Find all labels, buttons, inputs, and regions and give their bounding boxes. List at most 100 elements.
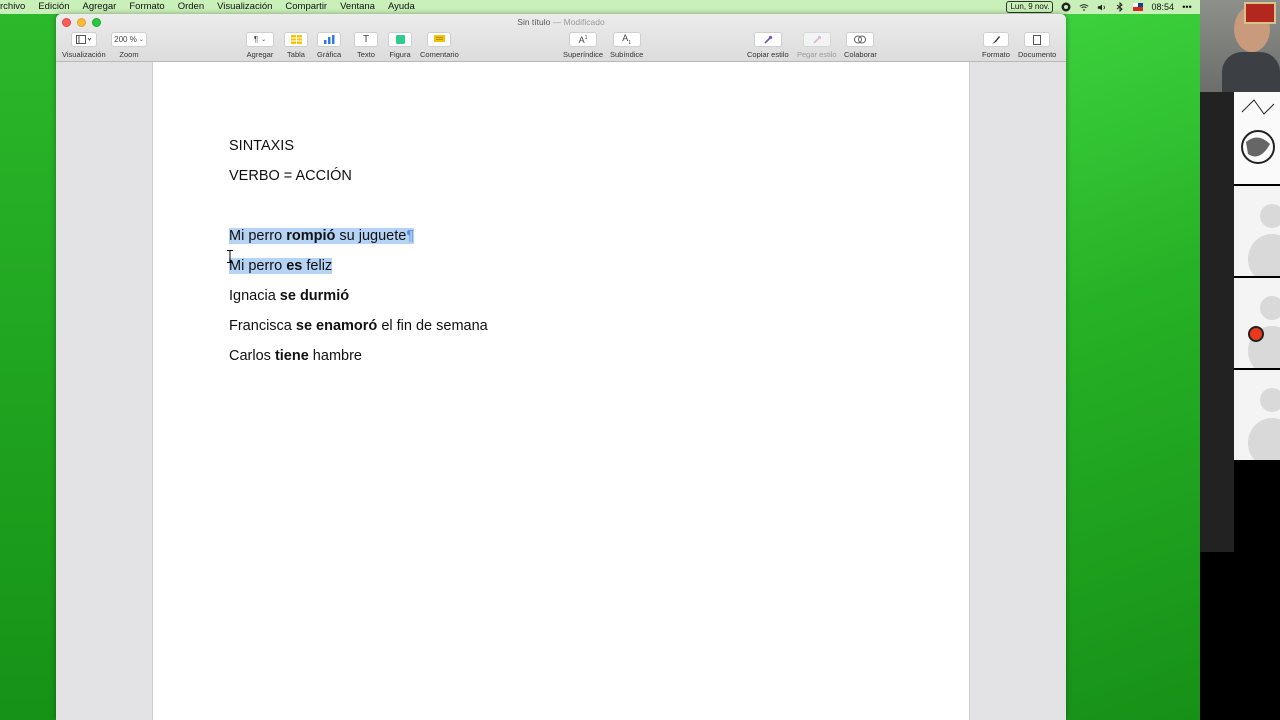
subscript-icon: A1: [622, 33, 632, 46]
clock[interactable]: 08:54: [1151, 2, 1174, 12]
zoom-control[interactable]: 200 % ⌄ Zoom: [111, 32, 147, 59]
table-icon: [290, 35, 302, 44]
menu-edicion[interactable]: Edición: [38, 0, 69, 14]
recording-badge-icon: [1248, 326, 1264, 342]
desktop-background-right: [1066, 14, 1200, 720]
text-box-icon: T: [362, 34, 370, 45]
chevron-down-icon: ⌄: [138, 37, 144, 43]
doc-heading-verbo[interactable]: VERBO = ACCIÓN: [229, 166, 352, 186]
format-control[interactable]: Formato: [982, 32, 1010, 59]
menu-ventana[interactable]: Ventana: [340, 0, 375, 14]
presenter-video: [1200, 0, 1280, 92]
wifi-icon[interactable]: [1079, 3, 1089, 12]
text-button[interactable]: T: [354, 32, 378, 47]
zoom-select[interactable]: 200 % ⌄: [111, 32, 147, 47]
sentence-1-verb: rompió: [286, 228, 336, 244]
view-control[interactable]: Visualización: [62, 32, 106, 59]
chart-button[interactable]: [317, 32, 342, 47]
collaborate-control[interactable]: Colaborar: [844, 32, 877, 59]
participant-avatar-body: [1248, 234, 1280, 276]
menu-compartir[interactable]: Compartir: [285, 0, 327, 14]
comment-icon: [433, 35, 445, 42]
view-label: Visualización: [62, 50, 106, 59]
sentence-1[interactable]: Mi perro rompió su juguete¶: [229, 226, 415, 246]
document-control[interactable]: Documento: [1018, 32, 1056, 59]
copy-style-button[interactable]: [753, 32, 782, 47]
sentence-3[interactable]: Ignacia se durmió: [229, 286, 349, 306]
menu-ayuda[interactable]: Ayuda: [388, 0, 415, 14]
shape-control[interactable]: Figura: [388, 32, 412, 59]
date-indicator[interactable]: Lun, 9 nov.: [1006, 1, 1054, 13]
insert-label: Agregar: [246, 50, 274, 59]
format-button[interactable]: [982, 32, 1009, 47]
document-canvas[interactable]: SINTAXIS VERBO = ACCIÓN Mi perro rompió …: [56, 62, 1066, 720]
bluetooth-icon[interactable]: [1115, 2, 1125, 12]
paragraph-mark: ¶: [406, 228, 415, 244]
chart-control[interactable]: Gráfica: [317, 32, 341, 59]
wall-picture: [1244, 2, 1276, 24]
view-button[interactable]: [70, 32, 97, 47]
document-label: Documento: [1018, 50, 1057, 59]
chevron-down-icon: ⌄: [261, 37, 267, 43]
participants-strip: [1200, 92, 1234, 552]
subscript-button[interactable]: A1: [612, 32, 641, 47]
shape-label: Figura: [389, 50, 411, 59]
comment-button[interactable]: [427, 32, 452, 47]
comment-label: Comentario: [420, 50, 459, 59]
bar-chart-icon: [323, 35, 335, 44]
subscript-control[interactable]: A1 Subíndice: [610, 32, 643, 59]
sentence-3-verb: se durmió: [279, 288, 350, 304]
menu-bar: rchivo Edición Agregar Formato Orden Vis…: [0, 0, 1200, 14]
document-page[interactable]: SINTAXIS VERBO = ACCIÓN Mi perro rompió …: [152, 62, 970, 720]
keyboard-icon[interactable]: [1061, 2, 1071, 12]
document-button[interactable]: [1024, 32, 1051, 47]
table-control[interactable]: Tabla: [284, 32, 308, 59]
shape-button[interactable]: [388, 32, 412, 47]
paste-style-button[interactable]: [802, 32, 831, 47]
sentence-1-post: su juguete: [335, 228, 407, 244]
sentence-2[interactable]: Mi perro es feliz: [229, 256, 333, 276]
zoom-value: 200 %: [114, 35, 137, 44]
sentence-5-post: hambre: [308, 348, 362, 364]
menu-formato[interactable]: Formato: [129, 0, 164, 14]
paste-style-control[interactable]: Pegar estilo: [797, 32, 837, 59]
window-title: Sin título — Modificado: [56, 17, 1066, 27]
sentence-4-verb: se enamoró: [295, 318, 378, 334]
text-control[interactable]: T Texto: [354, 32, 378, 59]
doc-heading-sintaxis[interactable]: SINTAXIS: [229, 136, 294, 156]
sentence-5-verb: tiene: [274, 348, 309, 364]
more-icon[interactable]: •••: [1182, 2, 1192, 12]
text-label: Texto: [357, 50, 375, 59]
shape-icon: [395, 35, 405, 44]
insert-control[interactable]: ¶ ⌄ Agregar: [246, 32, 274, 59]
menu-visualizacion[interactable]: Visualización: [217, 0, 272, 14]
sentence-5-pre: Carlos: [229, 348, 275, 364]
table-button[interactable]: [284, 32, 308, 47]
participant-tile-drawing[interactable]: [1234, 92, 1280, 184]
volume-icon[interactable]: [1097, 3, 1107, 12]
copy-style-control[interactable]: Copiar estilo: [747, 32, 789, 59]
copy-style-label: Copiar estilo: [747, 50, 789, 59]
menu-agregar[interactable]: Agregar: [83, 0, 117, 14]
sentence-5[interactable]: Carlos tiene hambre: [229, 346, 362, 366]
participant-tile-2[interactable]: [1234, 186, 1280, 276]
sentence-4-post: el fin de semana: [377, 318, 488, 334]
format-label: Formato: [982, 50, 1010, 59]
menu-archivo[interactable]: rchivo: [0, 0, 25, 14]
presenter-body: [1222, 52, 1280, 92]
comment-control[interactable]: Comentario: [420, 32, 459, 59]
superscript-icon: A1: [578, 34, 588, 45]
insert-button[interactable]: ¶ ⌄: [246, 32, 274, 47]
participant-tile-4[interactable]: [1234, 370, 1280, 460]
participant-tile-3[interactable]: [1234, 278, 1280, 368]
superscript-label: Superíndice: [563, 50, 604, 59]
sentence-4[interactable]: Francisca se enamoró el fin de semana: [229, 316, 488, 336]
flag-icon[interactable]: [1133, 3, 1144, 12]
superscript-control[interactable]: A1 Superíndice: [563, 32, 603, 59]
collaborate-button[interactable]: [846, 32, 875, 47]
menu-orden[interactable]: Orden: [178, 0, 204, 14]
sentence-3-pre: Ignacia: [229, 288, 280, 304]
participant-avatar-body: [1248, 418, 1280, 460]
participant-avatar-head: [1260, 204, 1280, 228]
superscript-button[interactable]: A1: [569, 32, 598, 47]
